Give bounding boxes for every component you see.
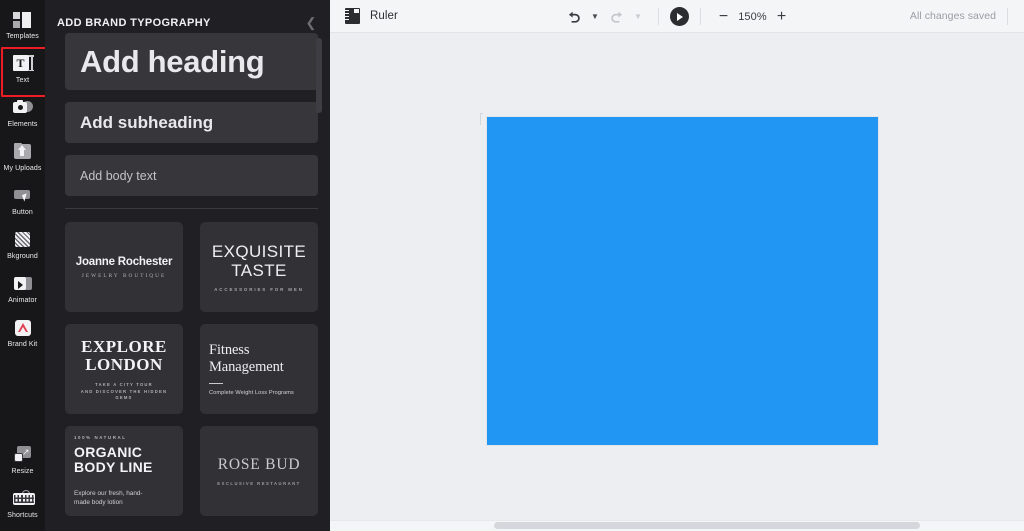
rail-label-text: Text xyxy=(16,77,29,85)
resize-icon: ↗ xyxy=(13,446,33,466)
rail-item-shortcuts[interactable]: Shortcuts xyxy=(0,483,45,527)
rail-label-resize: Resize xyxy=(12,468,34,476)
undo-icon[interactable] xyxy=(561,4,587,30)
main-area: Ruler ▼ ▼ xyxy=(330,0,1024,531)
rail-item-brand-kit[interactable]: Brand Kit xyxy=(0,312,45,356)
toolbar-separator-2 xyxy=(700,8,701,25)
rail-item-templates[interactable]: Templates xyxy=(0,4,45,48)
rail-label-brand-kit: Brand Kit xyxy=(8,341,38,349)
background-icon xyxy=(13,231,33,251)
button-icon xyxy=(13,187,33,207)
zoom-out-button[interactable]: − xyxy=(712,5,736,29)
panel-divider xyxy=(65,208,318,209)
rail-label-animator: Animator xyxy=(8,297,37,305)
rail-top-group: Templates T Text Elements My Uploads xyxy=(0,0,45,356)
panel-scroll-region[interactable]: Add heading Add subheading Add body text… xyxy=(45,33,330,531)
toolbar-separator-3 xyxy=(1007,8,1008,25)
template-main-text-line2: BODY LINE xyxy=(74,460,174,475)
template-main-text: Joanne Rochester xyxy=(74,256,174,268)
templates-icon xyxy=(13,11,33,31)
rail-item-resize[interactable]: ↗ Resize xyxy=(0,439,45,483)
template-card-explore-london[interactable]: EXPLORE LONDON TAKE A CITY TOUR AND DISC… xyxy=(65,324,183,414)
top-toolbar: Ruler ▼ ▼ xyxy=(330,0,1024,33)
toolbar-separator-1 xyxy=(658,8,659,25)
panel-content: Add heading Add subheading Add body text… xyxy=(65,33,318,516)
template-sub-text: EXCLUSIVE RESTAURANT xyxy=(209,481,309,486)
template-main-text-line2: LONDON xyxy=(74,356,174,374)
typography-panel: ADD BRAND TYPOGRAPHY ❮ Add heading Add s… xyxy=(45,0,330,531)
rail-label-bkground: Bkground xyxy=(7,253,38,261)
text-icon: T xyxy=(13,55,33,75)
template-main-text-line1: Fitness xyxy=(209,342,309,359)
template-sub-text: ACCESSORIES FOR MEN xyxy=(209,287,309,292)
play-icon[interactable] xyxy=(670,7,689,26)
undo-history-chevron-down-icon[interactable]: ▼ xyxy=(587,4,604,30)
add-heading-button[interactable]: Add heading xyxy=(65,33,318,90)
upload-icon xyxy=(13,143,33,163)
template-main-text-line2: TASTE xyxy=(209,261,309,280)
app-root: Templates T Text Elements My Uploads xyxy=(0,0,1024,531)
template-card-joanne-rochester[interactable]: Joanne Rochester JEWELRY BOUTIQUE xyxy=(65,222,183,312)
toolbar-ruler-label: Ruler xyxy=(370,10,398,22)
keyboard-icon xyxy=(13,490,33,510)
animator-icon xyxy=(13,275,33,295)
template-rule xyxy=(209,383,223,385)
artboard[interactable] xyxy=(487,117,878,445)
rail-item-text[interactable]: T Text xyxy=(0,48,45,92)
rail-bottom-group: ↗ Resize Shortcuts xyxy=(0,439,45,531)
panel-title: ADD BRAND TYPOGRAPHY xyxy=(57,17,302,29)
template-main-text-line1: EXQUISITE xyxy=(209,242,309,261)
canvas-area[interactable] xyxy=(330,33,1024,531)
rail-item-button[interactable]: Button xyxy=(0,180,45,224)
template-sub-text: Complete Weight Loss Programs xyxy=(209,390,309,396)
panel-scrollbar-thumb[interactable] xyxy=(316,38,322,113)
left-rail: Templates T Text Elements My Uploads xyxy=(0,0,45,531)
redo-icon[interactable] xyxy=(604,4,630,30)
redo-history-chevron-down-icon[interactable]: ▼ xyxy=(630,4,647,30)
template-main-text: ROSE BUD xyxy=(209,456,309,474)
horizontal-scrollbar-track[interactable] xyxy=(330,520,1024,531)
rail-label-templates: Templates xyxy=(6,33,39,41)
template-main-text-line1: EXPLORE xyxy=(74,338,174,356)
save-status-text: All changes saved xyxy=(910,10,996,22)
template-sub-text: JEWELRY BOUTIQUE xyxy=(74,273,174,279)
ruler-corner-mark xyxy=(480,113,483,125)
horizontal-scrollbar-thumb[interactable] xyxy=(494,522,920,529)
rail-item-bkground[interactable]: Bkground xyxy=(0,224,45,268)
template-sub-text-line2: AND DISCOVER THE HIDDEN GEMS xyxy=(74,389,174,401)
template-body-text-line2: made body lotion xyxy=(74,498,174,507)
template-body-text-line1: Explore our fresh, hand- xyxy=(74,489,174,498)
toolbar-left-group: Ruler xyxy=(344,8,398,25)
rail-label-shortcuts: Shortcuts xyxy=(7,512,37,520)
add-body-text-button[interactable]: Add body text xyxy=(65,155,318,196)
toolbar-right-group: All changes saved xyxy=(910,8,1016,25)
brand-kit-icon xyxy=(13,319,33,339)
zoom-in-button[interactable]: + xyxy=(770,5,794,29)
zoom-level-value: 150% xyxy=(736,11,770,23)
rail-item-elements[interactable]: Elements xyxy=(0,92,45,136)
ruler-icon[interactable] xyxy=(344,8,361,25)
template-card-exquisite-taste[interactable]: EXQUISITE TASTE ACCESSORIES FOR MEN xyxy=(200,222,318,312)
template-main-text-line2: Management xyxy=(209,359,309,376)
typography-template-grid: Joanne Rochester JEWELRY BOUTIQUE EXQUIS… xyxy=(65,222,318,516)
zoom-controls: − 150% + xyxy=(712,5,794,29)
rail-item-animator[interactable]: Animator xyxy=(0,268,45,312)
template-card-rose-bud[interactable]: ROSE BUD EXCLUSIVE RESTAURANT xyxy=(200,426,318,516)
chevron-left-icon[interactable]: ❮ xyxy=(302,14,320,32)
template-card-fitness-management[interactable]: Fitness Management Complete Weight Loss … xyxy=(200,324,318,414)
elements-icon xyxy=(13,99,33,119)
template-card-organic-body-line[interactable]: 100% NATURAL ORGANIC BODY LINE Explore o… xyxy=(65,426,183,516)
add-subheading-button[interactable]: Add subheading xyxy=(65,102,318,143)
rail-label-button: Button xyxy=(12,209,33,217)
rail-label-elements: Elements xyxy=(8,121,38,129)
rail-item-my-uploads[interactable]: My Uploads xyxy=(0,136,45,180)
rail-label-my-uploads: My Uploads xyxy=(4,165,42,173)
template-top-text: 100% NATURAL xyxy=(74,435,174,440)
template-sub-text-line1: TAKE A CITY TOUR xyxy=(74,382,174,388)
template-main-text-line1: ORGANIC xyxy=(74,445,174,460)
